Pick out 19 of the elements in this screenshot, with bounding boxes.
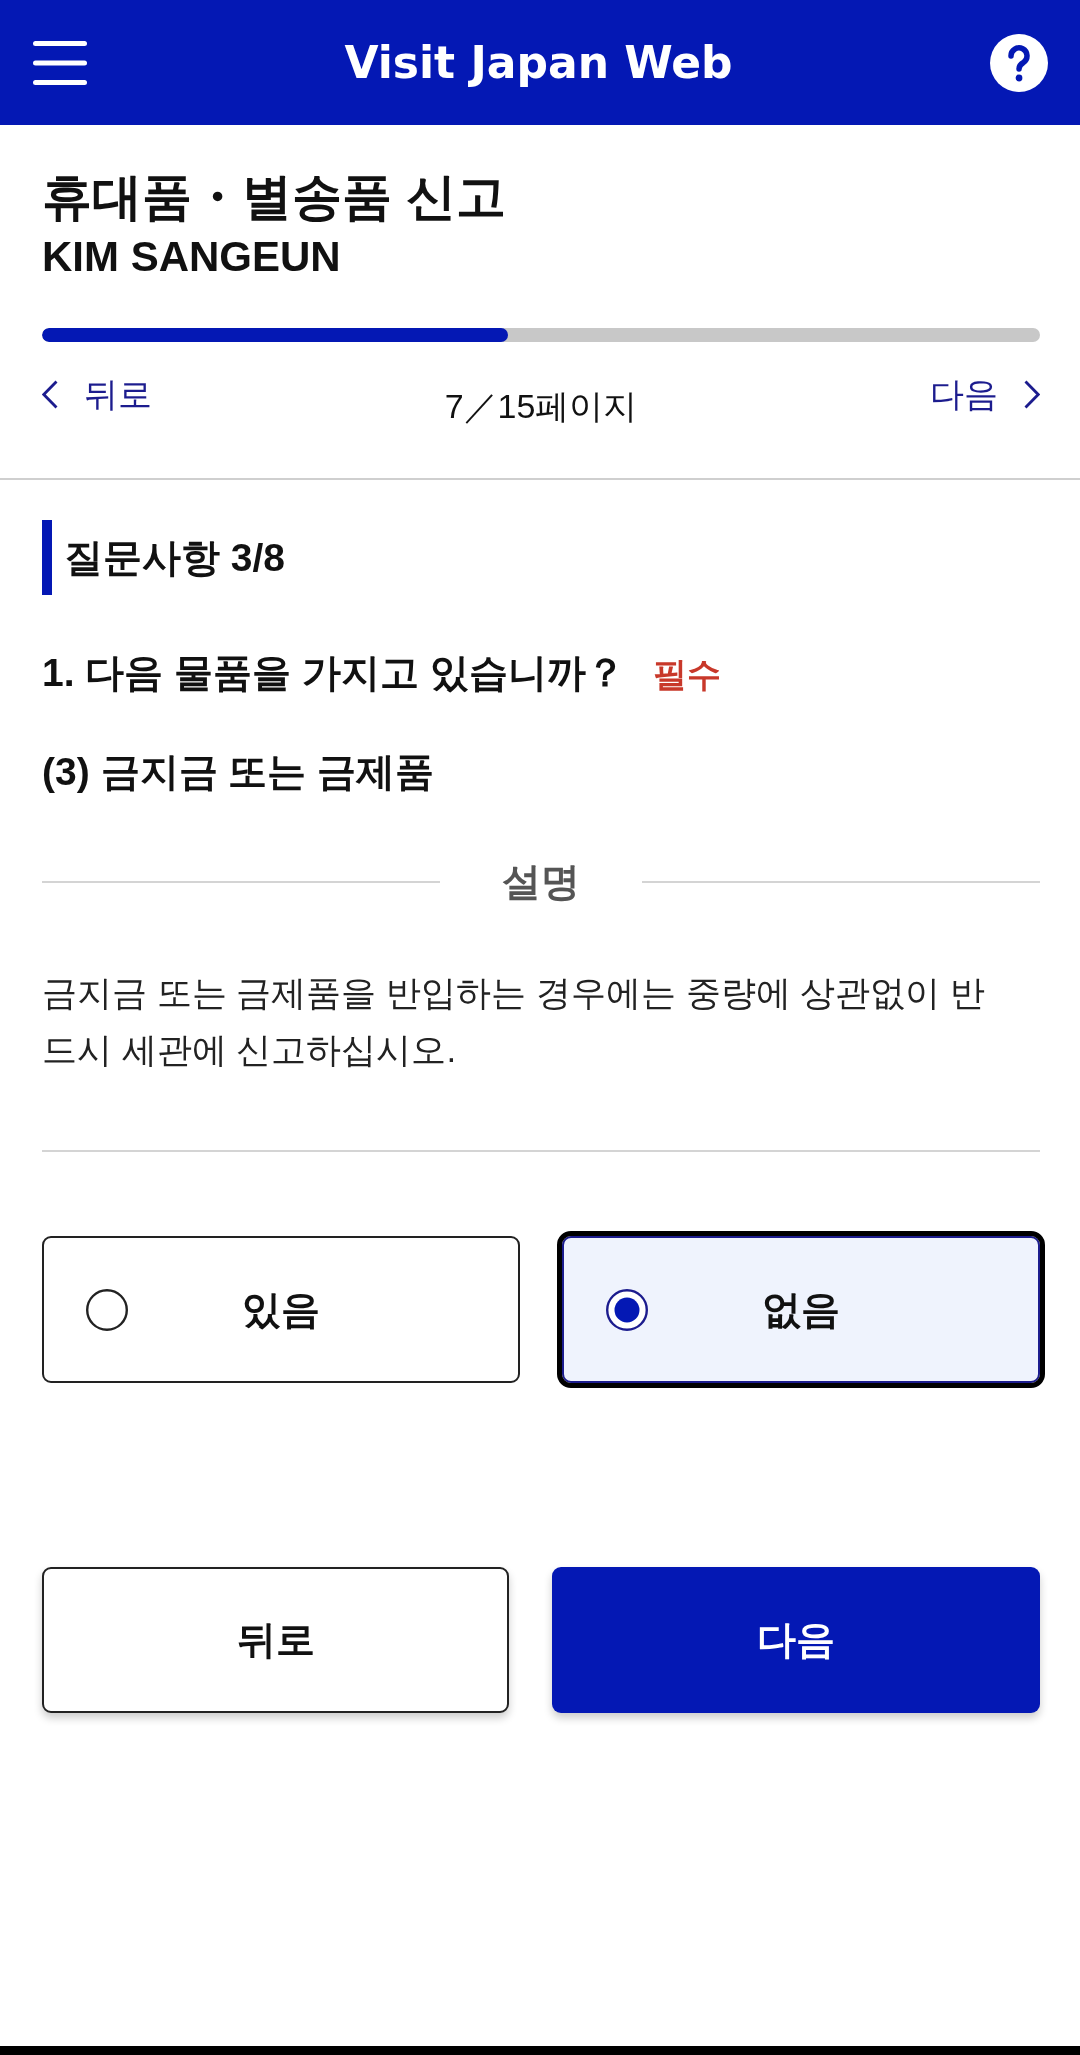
required-label: 필수 [652,654,721,695]
page-title: 휴대품・별송품 신고 [42,168,506,227]
menu-icon[interactable] [33,40,87,85]
next-link[interactable]: 다음 [930,372,1040,416]
explanation-text: 금지금 또는 금제품을 반입하는 경우에는 중량에 상관없이 반드시 세관에 신고하십시오. [42,972,987,1071]
section-heading: 질문사항 3/8 [42,520,298,595]
chevron-right-icon [1024,379,1040,409]
app-title: Visit Japan Web [344,35,733,90]
page-indicator: 7／15페이지 [444,386,638,427]
traveler-name: KIM SANGEUN [42,233,341,281]
answer-option[interactable]: 있음 [42,1236,520,1383]
chevron-left-icon [42,379,58,409]
back-link[interactable]: 뒤로 [42,372,152,416]
next-button[interactable]: 다음 [552,1567,1040,1713]
question-item: (3) 금지금 또는 금제품 [42,749,435,795]
back-button[interactable]: 뒤로 [42,1567,509,1713]
question-text: 1. 다음 물품을 가지고 있습니까？ [42,650,625,696]
help-icon[interactable] [990,33,1048,92]
explanation-heading: 설명 [501,859,581,905]
